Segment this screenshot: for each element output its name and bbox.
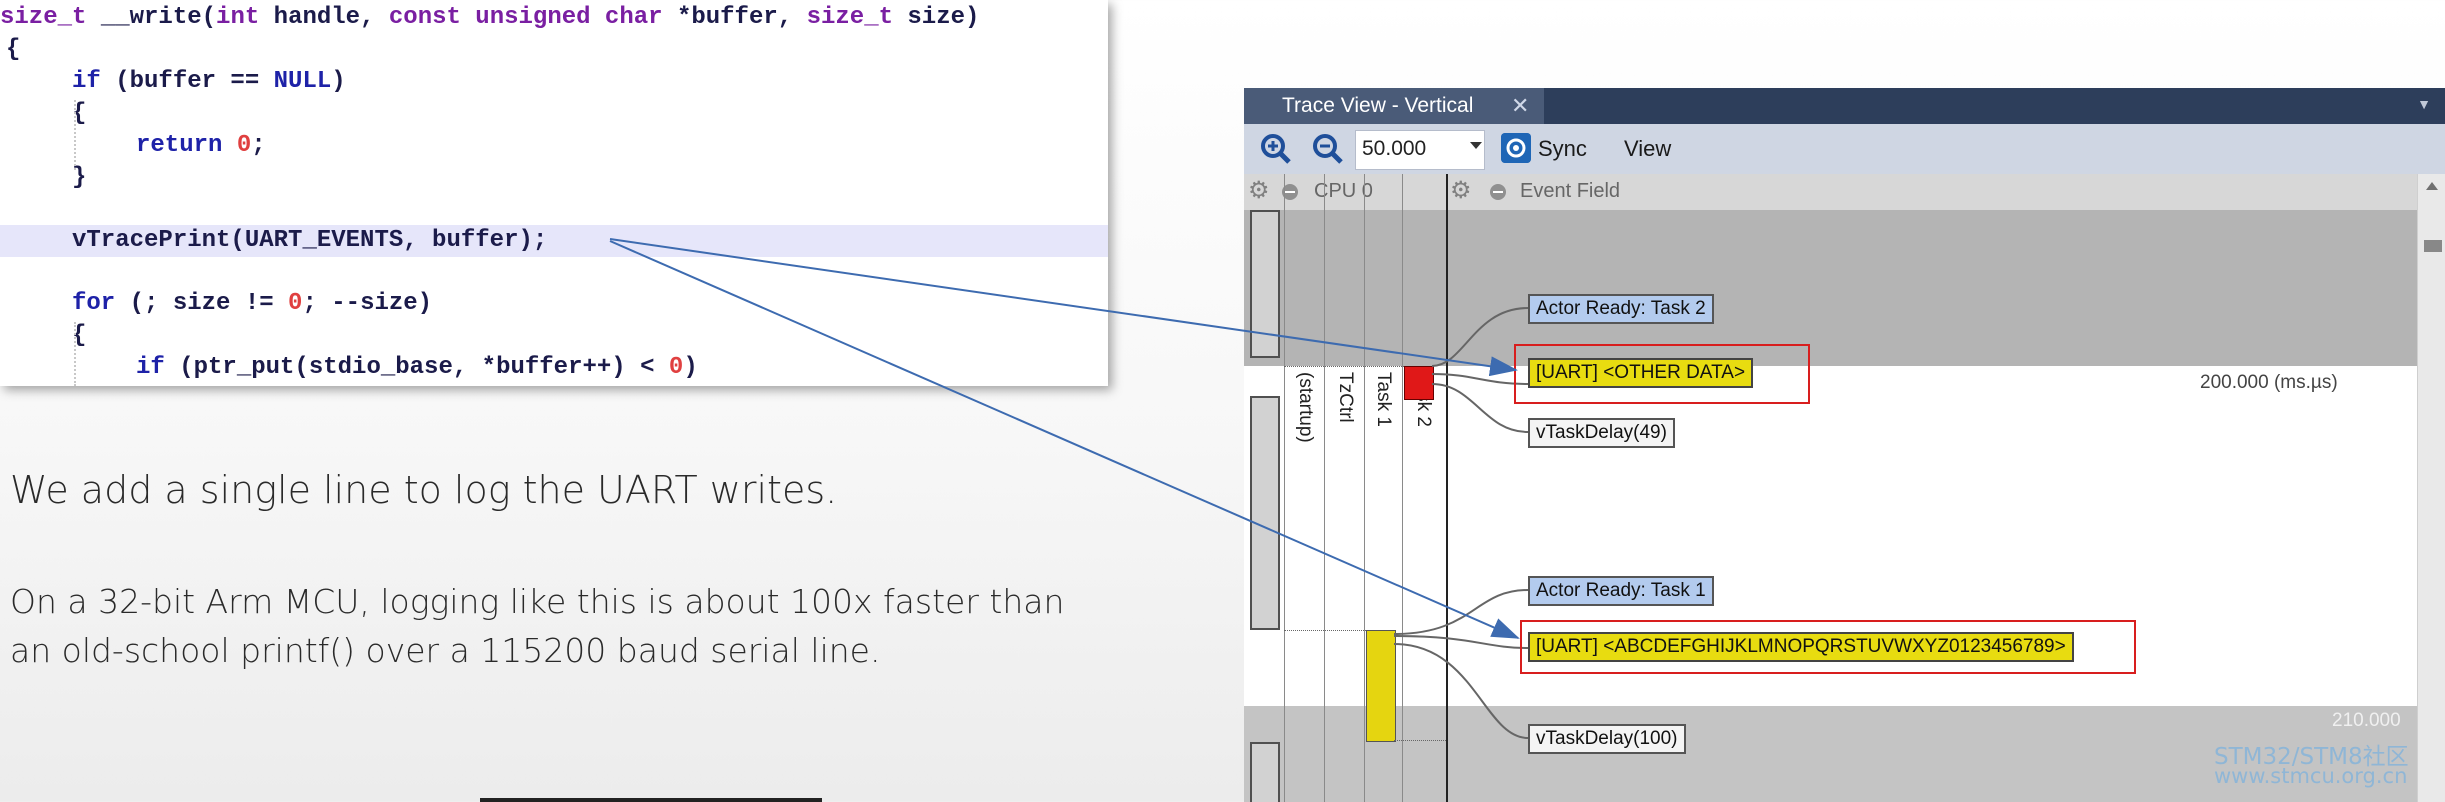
- watermark: www.stmcu.org.cn: [2214, 764, 2408, 788]
- annotation-arrows: [609, 238, 1520, 639]
